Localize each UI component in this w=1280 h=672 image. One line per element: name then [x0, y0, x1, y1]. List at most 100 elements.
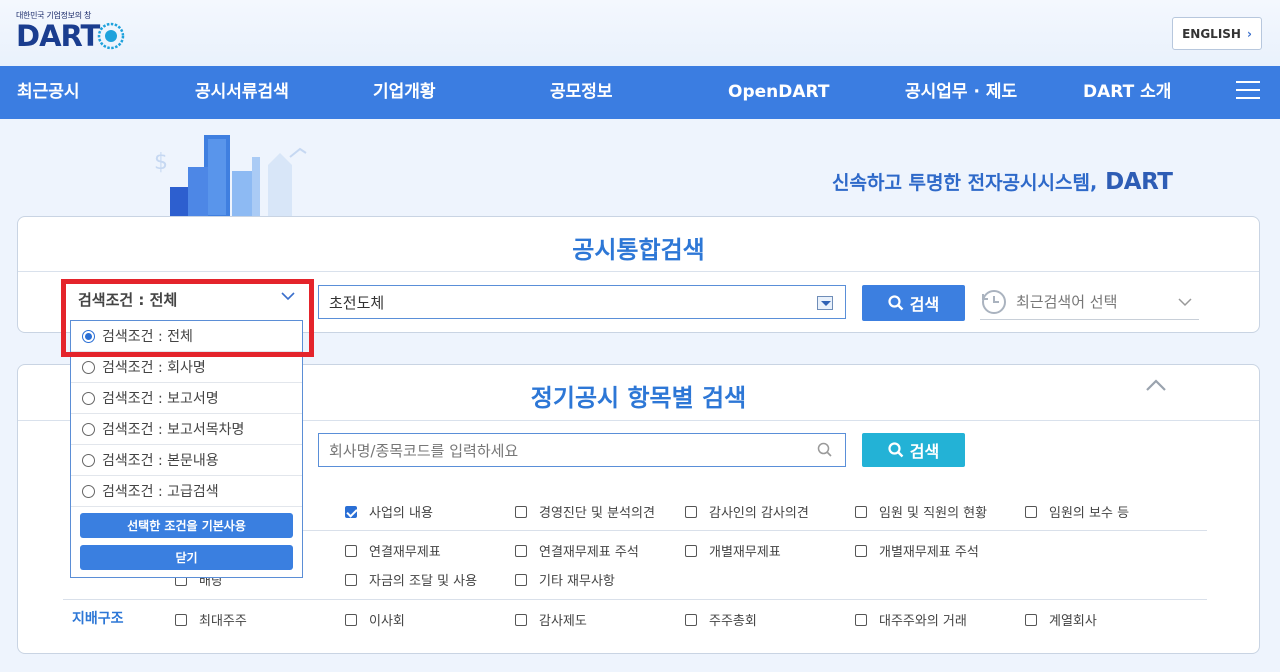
logo-text: DART: [16, 19, 100, 53]
checkbox-box[interactable]: [515, 573, 527, 586]
checkbox-box[interactable]: [345, 613, 357, 626]
checkbox-box[interactable]: [685, 613, 697, 626]
company-search-input[interactable]: 회사명/종목코드를 입력하세요: [318, 433, 846, 467]
checkbox-consolidated-fs[interactable]: 연결재무제표: [345, 541, 441, 560]
city-buildings-illustration: $: [154, 135, 307, 219]
checkbox-label: 이사회: [369, 614, 405, 629]
checkbox-label: 자금의 조달 및 사용: [369, 574, 478, 589]
checkbox-auditor-opinion[interactable]: 감사인의 감사의견: [685, 502, 809, 521]
checkbox-major-shareholder-transactions[interactable]: 대주주와의 거래: [855, 610, 967, 629]
panel-divider: [18, 271, 1259, 272]
condition-option-report-toc[interactable]: 검색조건 : 보고서목차명: [71, 414, 302, 445]
checkbox-label: 임원 및 직원의 현황: [879, 506, 988, 521]
checkbox-separate-fs[interactable]: 개별재무제표: [685, 541, 781, 560]
checkbox-box[interactable]: [515, 544, 527, 557]
integrated-search-input[interactable]: [318, 285, 846, 319]
option-label: 검색조건 : 전체: [102, 329, 193, 345]
checkbox-other-financial[interactable]: 기타 재무사항: [515, 570, 615, 589]
checkbox-box[interactable]: [1025, 505, 1037, 518]
radio-button[interactable]: [82, 360, 95, 374]
checkbox-audit-system[interactable]: 감사제도: [515, 610, 587, 629]
checkbox-executives-employees[interactable]: 임원 및 직원의 현황: [855, 502, 987, 521]
condition-option-report-name[interactable]: 검색조건 : 보고서명: [71, 383, 302, 414]
condition-option-company[interactable]: 검색조건 : 회사명: [71, 352, 302, 383]
set-default-condition-button[interactable]: 선택한 조건을 기본사용: [80, 513, 293, 538]
checkbox-shareholder-meeting[interactable]: 주주총회: [685, 610, 757, 629]
nav-item-recent[interactable]: 최근공시: [17, 66, 80, 119]
condition-option-advanced[interactable]: 검색조건 : 고급검색: [71, 476, 302, 507]
option-label: 검색조건 : 보고서목차명: [102, 422, 245, 438]
checkbox-label: 대주주와의 거래: [879, 614, 967, 629]
integrated-search-title: 공시통합검색: [572, 236, 705, 264]
hero-slogan: 신속하고 투명한 전자공시시스템, DART: [832, 168, 1173, 195]
checkbox-box[interactable]: [345, 544, 357, 557]
checkbox-box[interactable]: [515, 505, 527, 518]
radio-button[interactable]: [82, 484, 95, 498]
search-condition-select[interactable]: 검색조건 : 전체: [64, 281, 304, 317]
condition-option-all[interactable]: 검색조건 : 전체: [71, 321, 302, 352]
checkbox-board[interactable]: 이사회: [345, 610, 405, 629]
checkbox-box[interactable]: [345, 573, 357, 586]
checkbox-management-analysis[interactable]: 경영진단 및 분석의견: [515, 502, 655, 521]
recent-search-select[interactable]: 최근검색어 선택: [980, 284, 1199, 320]
checkbox-box[interactable]: [345, 505, 357, 518]
option-label: 검색조건 : 보고서명: [102, 391, 219, 407]
nav-item-company-overview[interactable]: 기업개황: [373, 66, 436, 119]
checkbox-business-content[interactable]: 사업의 내용: [345, 502, 433, 521]
close-dropdown-button[interactable]: 닫기: [80, 545, 293, 570]
recent-search-placeholder: 최근검색어 선택: [1016, 293, 1118, 311]
chevron-down-icon: [281, 292, 295, 301]
checkbox-box[interactable]: [685, 544, 697, 557]
checkbox-label: 경영진단 및 분석의견: [539, 506, 655, 521]
top-header: 대한민국 기업정보의 창 DART ENGLISH ›: [0, 0, 1280, 66]
search-condition-dropdown: 검색조건 : 전체 검색조건 : 회사명 검색조건 : 보고서명 검색조건 : …: [70, 320, 303, 578]
nav-item-document-search[interactable]: 공시서류검색: [195, 66, 289, 119]
periodic-search-button[interactable]: 검색: [862, 433, 965, 467]
integrated-search-button[interactable]: 검색: [862, 285, 965, 321]
radio-button[interactable]: [82, 422, 95, 436]
condition-option-body[interactable]: 검색조건 : 본문내용: [71, 445, 302, 476]
search-condition-value: 검색조건 : 전체: [78, 291, 178, 309]
checkbox-largest-shareholder[interactable]: 최대주주: [175, 610, 247, 629]
radio-button[interactable]: [82, 329, 95, 343]
combo-dropdown-icon[interactable]: [817, 296, 833, 310]
menu-icon[interactable]: [1236, 81, 1260, 101]
row-divider: [160, 530, 1207, 531]
checkbox-affiliates[interactable]: 계열회사: [1025, 610, 1097, 629]
search-button-label: 검색: [909, 442, 940, 461]
radio-button[interactable]: [82, 391, 95, 405]
checkbox-label: 연결재무제표: [369, 545, 441, 560]
nav-item-about-dart[interactable]: DART 소개: [1083, 66, 1171, 119]
checkbox-separate-fs-notes[interactable]: 개별재무제표 주석: [855, 541, 979, 560]
nav-item-disclosure-system[interactable]: 공시업무 · 제도: [905, 66, 1017, 119]
option-label: 검색조건 : 고급검색: [102, 484, 219, 500]
checkbox-box[interactable]: [515, 613, 527, 626]
history-clock-icon: [982, 289, 1006, 314]
checkbox-box[interactable]: [175, 613, 187, 626]
chevron-right-icon: ›: [1246, 26, 1252, 41]
nav-item-offering-info[interactable]: 공모정보: [550, 66, 613, 119]
radio-button[interactable]: [82, 453, 95, 467]
checkbox-box[interactable]: [855, 544, 867, 557]
checkbox-box[interactable]: [1025, 613, 1037, 626]
nav-item-opendart[interactable]: OpenDART: [728, 66, 829, 119]
sunburst-icon: [98, 22, 125, 50]
checkbox-box[interactable]: [685, 505, 697, 518]
checkbox-label: 계열회사: [1049, 614, 1097, 629]
option-label: 검색조건 : 회사명: [102, 360, 206, 376]
checkbox-label: 임원의 보수 등: [1049, 506, 1130, 521]
checkbox-consolidated-fs-notes[interactable]: 연결재무제표 주석: [515, 541, 639, 560]
checkbox-executive-compensation[interactable]: 임원의 보수 등: [1025, 502, 1129, 521]
hero-banner: $ 신속하고 투명한 전자공시시스템, DART: [0, 119, 1280, 219]
dart-logo[interactable]: 대한민국 기업정보의 창 DART: [16, 10, 125, 51]
english-button[interactable]: ENGLISH ›: [1172, 17, 1262, 50]
chevron-up-icon[interactable]: [1144, 378, 1168, 392]
checkbox-label: 연결재무제표 주석: [539, 545, 639, 560]
company-search-placeholder: 회사명/종목코드를 입력하세요: [329, 442, 519, 460]
checkbox-fund-raising[interactable]: 자금의 조달 및 사용: [345, 570, 477, 589]
checkbox-label: 감사인의 감사의견: [709, 506, 809, 521]
slogan-brand: DART: [1105, 168, 1173, 195]
checkbox-box[interactable]: [855, 505, 867, 518]
checkbox-box[interactable]: [855, 613, 867, 626]
checkbox-label: 개별재무제표 주석: [879, 545, 979, 560]
